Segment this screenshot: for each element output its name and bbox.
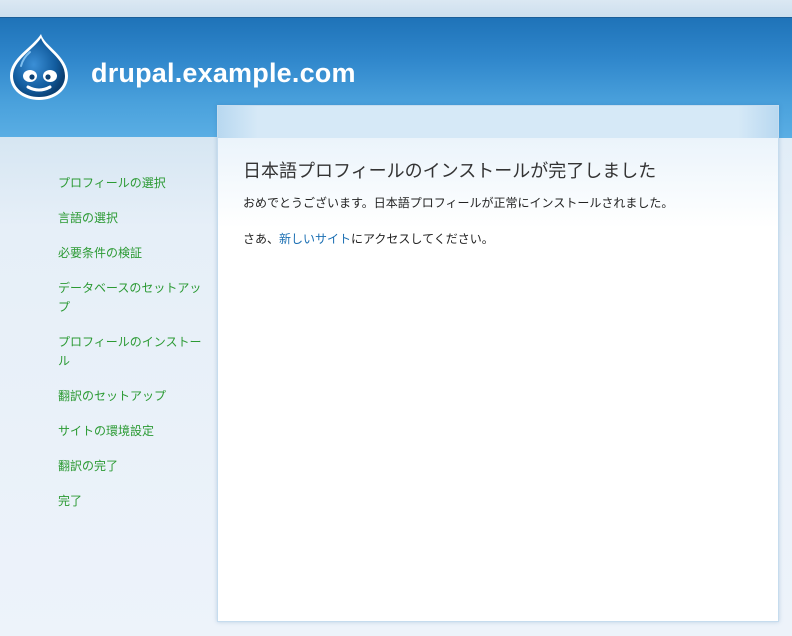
sidebar-item-translation-setup: 翻訳のセットアップ bbox=[58, 389, 167, 403]
sidebar-item-translation-finish: 翻訳の完了 bbox=[58, 459, 119, 473]
sidebar-item-finished: 完了 bbox=[58, 494, 83, 508]
sidebar-item-profile-select: プロフィールの選択 bbox=[58, 176, 166, 190]
sidebar-item-requirements: 必要条件の検証 bbox=[58, 246, 143, 260]
sidebar: プロフィールの選択 言語の選択 必要条件の検証 データベースのセットアップ プロ… bbox=[0, 137, 217, 636]
sidebar-item-database-setup: データベースのセットアップ bbox=[58, 281, 202, 314]
visit-suffix: にアクセスしてください。 bbox=[351, 232, 494, 246]
visit-prefix: さあ、 bbox=[243, 232, 280, 246]
sidebar-item-profile-install: プロフィールのインストール bbox=[58, 335, 202, 368]
top-strip bbox=[0, 0, 792, 17]
install-steps-list: プロフィールの選択 言語の選択 必要条件の検証 データベースのセットアップ プロ… bbox=[58, 174, 208, 527]
page-title: 日本語プロフィールのインストールが完了しました bbox=[243, 161, 657, 182]
site-name[interactable]: drupal.example.com bbox=[91, 58, 356, 89]
content-panel: 日本語プロフィールのインストールが完了しました おめでとうございます。日本語プロ… bbox=[217, 105, 779, 622]
drupal-logo-icon bbox=[10, 34, 68, 100]
sidebar-item-site-config: サイトの環境設定 bbox=[58, 424, 155, 438]
congrats-message: おめでとうございます。日本語プロフィールが正常にインストールされました。 bbox=[243, 196, 674, 210]
new-site-link[interactable]: 新しいサイト bbox=[279, 232, 351, 246]
panel-header-bar bbox=[218, 106, 778, 138]
visit-site-message: さあ、新しいサイトにアクセスしてください。 bbox=[243, 230, 494, 247]
sidebar-item-language-select: 言語の選択 bbox=[58, 211, 119, 225]
panel-fade bbox=[218, 138, 778, 228]
